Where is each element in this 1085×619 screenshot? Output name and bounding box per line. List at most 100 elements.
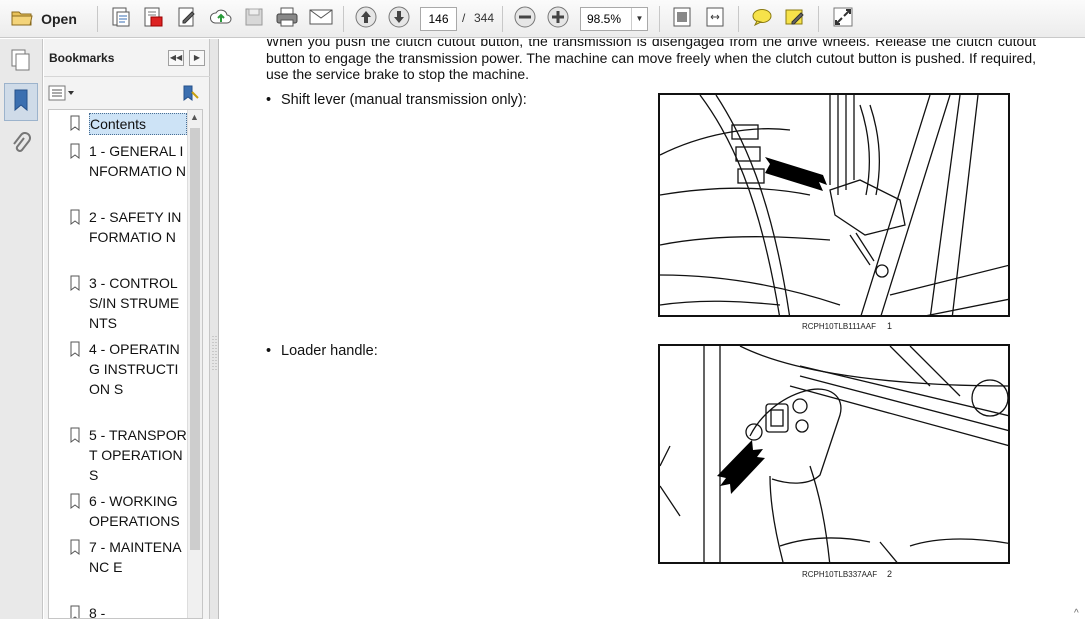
toolbar: Open 146 / 344 98.5% ▼	[0, 0, 1085, 38]
fit-width-button[interactable]	[702, 5, 728, 33]
edit-document-icon	[176, 6, 198, 33]
highlighter-icon	[784, 6, 806, 33]
page-thumbnails-button[interactable]	[4, 43, 38, 81]
fit-page-button[interactable]	[669, 5, 695, 33]
create-pdf-icon	[110, 6, 132, 33]
bookmark-item-general-information[interactable]: 1 - GENERAL INFORMATIO N	[69, 141, 189, 203]
bullet-icon: •	[266, 92, 272, 108]
expand-panel-icon[interactable]: ▶	[189, 50, 205, 66]
export-pdf-button[interactable]	[140, 5, 166, 33]
toolbar-divider	[97, 6, 98, 32]
bookmarks-tree: Contents 1 - GENERAL INFORMATIO N 2 - SA…	[48, 109, 203, 619]
collapse-panel-icon[interactable]: ◀◀	[168, 50, 184, 66]
bookmark-flag-icon	[69, 115, 81, 136]
bookmark-flag-icon	[69, 143, 81, 164]
bookmark-label: 6 - WORKING OPERATIONS	[89, 493, 180, 529]
create-pdf-button[interactable]	[108, 5, 134, 33]
bookmarks-title: Bookmarks	[49, 51, 115, 65]
bookmark-flag-icon	[69, 605, 81, 618]
cloud-upload-icon	[209, 7, 233, 32]
fit-page-icon	[671, 6, 693, 33]
open-button[interactable]: Open	[6, 5, 82, 33]
bookmarks-panel: Bookmarks ◀◀ ▶ Contents 1 - GENERAL INFO…	[44, 39, 210, 619]
save-button[interactable]	[242, 5, 266, 33]
paperclip-icon	[11, 131, 31, 161]
options-menu-icon[interactable]	[48, 85, 74, 106]
pages-icon	[10, 48, 32, 77]
speech-bubble-icon	[751, 7, 773, 32]
bookmark-label: 4 - OPERATING INSTRUCTION S	[89, 341, 180, 397]
arrow-down-circle-icon	[388, 6, 410, 33]
bookmark-item-transport-operations[interactable]: 5 - TRANSPORT OPERATIONS	[69, 425, 189, 487]
bookmark-label: 8 -	[89, 605, 106, 619]
bookmark-item-maintenance[interactable]: 7 - MAINTENANC E	[69, 537, 189, 599]
toolbar-divider	[659, 6, 660, 32]
upload-cloud-button[interactable]	[207, 5, 235, 33]
bookmarks-toolbar	[44, 78, 210, 108]
zoom-out-button[interactable]	[512, 5, 538, 33]
highlight-button[interactable]	[782, 5, 808, 33]
bookmark-flag-icon	[69, 427, 81, 448]
bookmark-label: 7 - MAINTENANC E	[89, 539, 182, 575]
fullscreen-button[interactable]	[829, 5, 857, 33]
bookmarks-tab-button[interactable]	[4, 83, 38, 121]
bookmark-label: Contents	[89, 113, 187, 135]
printer-icon	[275, 6, 299, 33]
figure-number: 2	[887, 569, 893, 579]
save-disk-icon	[244, 7, 264, 32]
grip-dots-icon	[212, 336, 217, 372]
bullet-shift-lever: Shift lever (manual transmission only):	[281, 92, 527, 108]
bookmark-item-working-operations[interactable]: 6 - WORKING OPERATIONS	[69, 491, 189, 533]
page-separator: /	[462, 11, 466, 25]
folder-icon	[11, 9, 33, 30]
bookmark-item-safety-information[interactable]: 2 - SAFETY INFORMATIO N	[69, 207, 189, 269]
bookmark-label: 2 - SAFETY INFORMATIO N	[89, 209, 182, 245]
zoom-level-select[interactable]: 98.5% ▼	[580, 7, 648, 31]
bookmark-flag-icon	[69, 539, 81, 560]
next-page-button[interactable]	[386, 5, 412, 33]
attachments-button[interactable]	[4, 127, 38, 165]
scroll-up-icon[interactable]: ▲	[190, 112, 199, 122]
plus-circle-icon	[547, 6, 569, 33]
shift-lever-illustration	[660, 95, 1008, 315]
expand-page-icon	[704, 6, 726, 33]
zoom-in-button[interactable]	[545, 5, 571, 33]
bookmarks-scrollbar[interactable]: ▲	[187, 110, 202, 618]
bookmark-item-8[interactable]: 8 -	[69, 603, 189, 619]
print-button[interactable]	[273, 5, 301, 33]
bookmark-flag-icon	[69, 209, 81, 230]
new-bookmark-icon[interactable]	[180, 84, 200, 107]
panel-splitter[interactable]	[210, 39, 219, 619]
bullet-icon: •	[266, 343, 272, 359]
bookmark-flag-icon	[69, 341, 81, 362]
email-button[interactable]	[307, 5, 335, 33]
bookmark-item-operating-instructions[interactable]: 4 - OPERATING INSTRUCTION S	[69, 339, 189, 421]
scrollbar-thumb[interactable]	[190, 128, 200, 550]
scroll-indicator-icon: ^	[1074, 608, 1079, 619]
toolbar-divider	[738, 6, 739, 32]
fullscreen-icon	[832, 6, 854, 33]
comment-button[interactable]	[749, 5, 775, 33]
bookmark-flag-icon	[69, 493, 81, 514]
minus-circle-icon	[514, 6, 536, 33]
bookmark-label: 3 - CONTROLS/IN STRUMENTS	[89, 275, 180, 331]
bookmark-item-controls-instruments[interactable]: 3 - CONTROLS/IN STRUMENTS	[69, 273, 189, 335]
chevron-down-icon[interactable]: ▼	[631, 8, 647, 30]
navigation-pane-rail	[0, 39, 43, 619]
arrow-up-circle-icon	[355, 6, 377, 33]
body-paragraph: When you push the clutch cutout button, …	[266, 39, 1036, 82]
envelope-icon	[309, 8, 333, 31]
loader-handle-illustration	[660, 346, 1008, 562]
bookmark-flag-icon	[69, 275, 81, 296]
page-number-input[interactable]: 146	[420, 7, 457, 31]
bullet-loader-handle: Loader handle:	[281, 343, 378, 359]
document-view[interactable]: When you push the clutch cutout button, …	[220, 39, 1085, 619]
toolbar-divider	[343, 6, 344, 32]
figure-number: 1	[887, 321, 893, 331]
bookmark-item-contents[interactable]: Contents	[69, 113, 189, 135]
bookmark-label: 5 - TRANSPORT OPERATIONS	[89, 427, 187, 483]
edit-pdf-button[interactable]	[174, 5, 200, 33]
pdf-export-icon	[142, 6, 164, 33]
previous-page-button[interactable]	[353, 5, 379, 33]
page-total: 344	[474, 11, 495, 25]
